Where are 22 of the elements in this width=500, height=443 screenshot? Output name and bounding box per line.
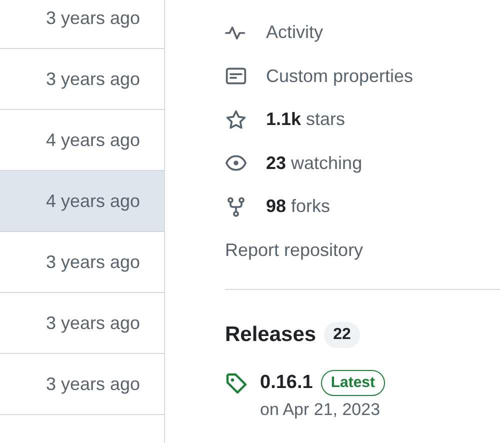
sidebar-link[interactable]: 98 forks — [266, 193, 330, 220]
sidebar-link[interactable]: Custom properties — [266, 62, 414, 90]
fork-icon — [225, 196, 247, 218]
tag-icon — [225, 372, 249, 396]
commit-age: 4 years ago — [46, 190, 140, 213]
commit-age: 3 years ago — [46, 6, 140, 30]
commit-age: 3 years ago — [46, 250, 140, 274]
commit-age: 3 years ago — [46, 312, 140, 335]
sidebar-link[interactable]: 23 watching — [266, 150, 362, 177]
section-heading[interactable]: Releases — [225, 319, 316, 350]
sidebar-link[interactable]: Activity — [266, 19, 324, 46]
commit-age: 3 years ago — [46, 372, 140, 396]
sidebar-link[interactable]: Report repository — [225, 236, 364, 264]
sidebar-link[interactable]: 1.1k stars — [266, 106, 346, 134]
commit-age: 3 years ago — [46, 68, 140, 91]
properties-icon — [225, 65, 247, 88]
release-version[interactable]: 0.16.1 — [260, 368, 313, 397]
release-count: 22 — [324, 322, 360, 348]
star-icon — [225, 108, 247, 131]
latest-badge: Latest — [320, 370, 386, 396]
commit-age: 4 years ago — [46, 128, 140, 152]
release-date: on Apr 21, 2023 — [260, 399, 382, 421]
